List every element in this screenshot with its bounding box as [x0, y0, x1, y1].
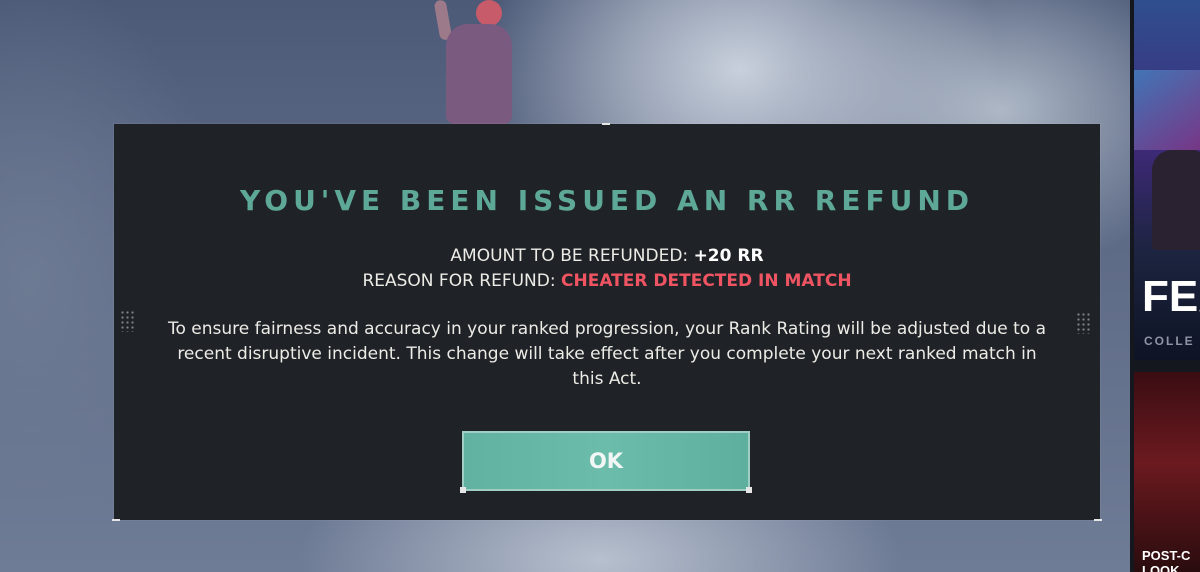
background-character-body — [446, 24, 512, 124]
decorative-dots-right — [1076, 312, 1090, 334]
dialog-title: YOU'VE BEEN ISSUED AN RR REFUND — [239, 184, 974, 217]
dialog-body-text: To ensure fairness and accuracy in your … — [167, 319, 1047, 389]
dialog-corner-marker — [112, 519, 120, 521]
dialog-corner-marker — [1094, 519, 1102, 521]
ok-button[interactable]: OK — [460, 431, 752, 493]
promo-title: POST-C LOOK — [1142, 548, 1191, 572]
promo-subtitle: COLLE — [1144, 334, 1195, 348]
refund-reason-label: REASON FOR REFUND: — [362, 271, 556, 291]
decorative-dots-left — [120, 310, 134, 332]
promo-character-art — [1152, 150, 1200, 250]
background-character-head — [476, 0, 502, 26]
refund-amount-label: AMOUNT TO BE REFUNDED: — [450, 246, 689, 266]
side-promo-panel: FEA COLLE POST-C LOOK — [1130, 0, 1200, 572]
refund-reason-line: REASON FOR REFUND: CHEATER DETECTED IN M… — [114, 271, 1100, 291]
rr-refund-dialog: YOU'VE BEEN ISSUED AN RR REFUND AMOUNT T… — [112, 123, 1102, 521]
refund-amount-value: +20 RR — [693, 246, 764, 266]
game-background: FEA COLLE POST-C LOOK YOU'VE BEEN ISSUED… — [0, 0, 1200, 572]
refund-reason-value: CHEATER DETECTED IN MATCH — [561, 271, 852, 291]
refund-amount-line: AMOUNT TO BE REFUNDED: +20 RR — [114, 246, 1100, 266]
dialog-top-marker — [602, 123, 610, 125]
promo-title: FEA — [1142, 272, 1200, 321]
promo-artwork — [1134, 70, 1200, 150]
featured-collection-card[interactable]: FEA COLLE — [1134, 0, 1200, 360]
post-card[interactable]: POST-C LOOK — [1134, 372, 1200, 572]
